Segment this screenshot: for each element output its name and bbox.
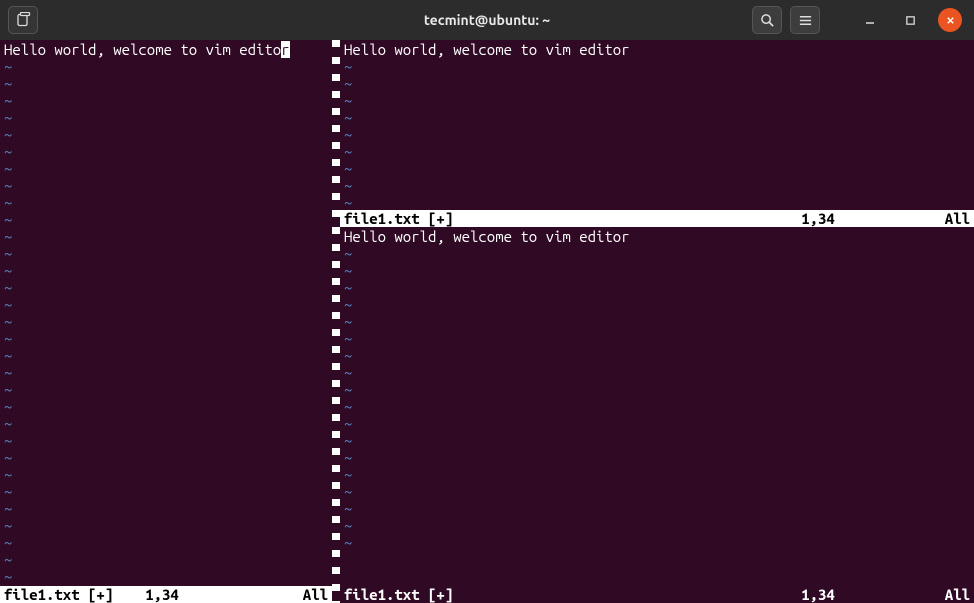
minimize-button[interactable]: [858, 8, 882, 32]
tilde-line: ~: [0, 330, 332, 347]
window-title: tecmint@ubuntu: ~: [424, 12, 550, 28]
tilde-line: ~: [340, 432, 974, 449]
buffer-line: Hello world, welcome to vim editor: [340, 41, 974, 58]
maximize-button[interactable]: [898, 8, 922, 32]
buffer-line: Hello world, welcome to vim editor: [0, 41, 332, 58]
tilde-line: ~: [0, 313, 332, 330]
tilde-line: ~: [0, 347, 332, 364]
tilde-line: ~: [340, 466, 974, 483]
tilde-line: ~: [0, 415, 332, 432]
vertical-split-separator[interactable]: [332, 40, 340, 603]
status-filename: file1.txt [+]: [344, 210, 453, 227]
vim-pane-right-container: Hello world, welcome to vim editor ~~~~~…: [340, 40, 974, 603]
tilde-line: ~: [0, 143, 332, 160]
tilde-line: ~: [340, 534, 974, 551]
tilde-line: ~: [340, 194, 974, 210]
vim-pane-right-bottom[interactable]: Hello world, welcome to vim editor ~~~~~…: [340, 227, 974, 603]
tilde-line: ~: [340, 330, 974, 347]
tilde-line: ~: [0, 466, 332, 483]
titlebar-left: [8, 6, 38, 34]
tilde-line: ~: [340, 75, 974, 92]
tilde-line: ~: [0, 58, 332, 75]
tilde-line: ~: [340, 364, 974, 381]
tilde-line: ~: [0, 262, 332, 279]
search-button[interactable]: [752, 6, 782, 34]
close-button[interactable]: [938, 8, 962, 32]
tilde-line: ~: [340, 92, 974, 109]
tilde-line: ~: [0, 109, 332, 126]
tilde-line: ~: [340, 245, 974, 262]
pane-content[interactable]: Hello world, welcome to vim editor ~~~~~…: [340, 227, 974, 586]
menu-button[interactable]: [790, 6, 820, 34]
new-tab-button[interactable]: [8, 6, 38, 34]
tab-icon: [15, 12, 31, 28]
tilde-line: ~: [340, 279, 974, 296]
tilde-line: ~: [0, 92, 332, 109]
tilde-line: ~: [340, 58, 974, 75]
tilde-line: ~: [0, 211, 332, 228]
status-scroll: All: [945, 586, 970, 603]
status-position: 1,34: [801, 210, 835, 227]
pane-content[interactable]: Hello world, welcome to vim editor ~~~~~…: [0, 40, 332, 586]
tilde-line: ~: [0, 381, 332, 398]
tilde-line: ~: [340, 500, 974, 517]
tilde-line: ~: [0, 517, 332, 534]
tilde-line: ~: [0, 126, 332, 143]
status-filename: file1.txt [+]: [4, 586, 113, 603]
tilde-line: ~: [0, 194, 332, 211]
tilde-line: ~: [340, 381, 974, 398]
minimize-icon: [864, 14, 876, 26]
tilde-line: ~: [0, 75, 332, 92]
tilde-line: ~: [340, 296, 974, 313]
tilde-line: ~: [0, 245, 332, 262]
tilde-line: ~: [340, 398, 974, 415]
tilde-line: ~: [340, 109, 974, 126]
tilde-line: ~: [340, 143, 974, 160]
search-icon: [760, 13, 775, 28]
tilde-line: ~: [0, 296, 332, 313]
tilde-line: ~: [0, 364, 332, 381]
tilde-line: ~: [0, 432, 332, 449]
tilde-line: ~: [340, 126, 974, 143]
tilde-line: ~: [340, 449, 974, 466]
vim-pane-left[interactable]: Hello world, welcome to vim editor ~~~~~…: [0, 40, 332, 603]
tilde-line: ~: [340, 347, 974, 364]
status-scroll: All: [303, 586, 328, 603]
tilde-line: ~: [340, 517, 974, 534]
titlebar: tecmint@ubuntu: ~: [0, 0, 974, 40]
tilde-line: ~: [0, 449, 332, 466]
cursor: r: [281, 41, 289, 58]
hamburger-icon: [798, 13, 813, 28]
status-position: 1,34: [801, 586, 835, 603]
vim-pane-right-top[interactable]: Hello world, welcome to vim editor ~~~~~…: [340, 40, 974, 227]
maximize-icon: [905, 15, 916, 26]
tilde-line: ~: [0, 568, 332, 585]
tilde-line: ~: [340, 313, 974, 330]
tilde-line: ~: [0, 551, 332, 568]
status-filename: file1.txt [+]: [344, 586, 453, 603]
tilde-line: ~: [0, 160, 332, 177]
status-scroll: All: [945, 210, 970, 227]
tilde-line: ~: [340, 415, 974, 432]
tilde-line: ~: [340, 160, 974, 177]
tilde-line: ~: [0, 279, 332, 296]
close-icon: [945, 15, 956, 26]
statusline-left: file1.txt [+] 1,34 All: [0, 586, 332, 603]
tilde-line: ~: [0, 398, 332, 415]
tilde-line: ~: [0, 500, 332, 517]
statusline-right-top: file1.txt [+] 1,34 All: [340, 210, 974, 227]
statusline-right-bottom: file1.txt [+] 1,34 All: [340, 586, 974, 603]
tilde-line: ~: [340, 177, 974, 194]
terminal-body[interactable]: Hello world, welcome to vim editor ~~~~~…: [0, 40, 974, 603]
status-position: 1,34: [145, 586, 179, 603]
tilde-line: ~: [0, 177, 332, 194]
tilde-line: ~: [340, 483, 974, 500]
tilde-line: ~: [0, 534, 332, 551]
tilde-line: ~: [0, 483, 332, 500]
pane-content[interactable]: Hello world, welcome to vim editor ~~~~~…: [340, 40, 974, 210]
tilde-line: ~: [0, 228, 332, 245]
tilde-line: ~: [340, 262, 974, 279]
titlebar-right: [752, 6, 966, 34]
buffer-line: Hello world, welcome to vim editor: [340, 228, 974, 245]
